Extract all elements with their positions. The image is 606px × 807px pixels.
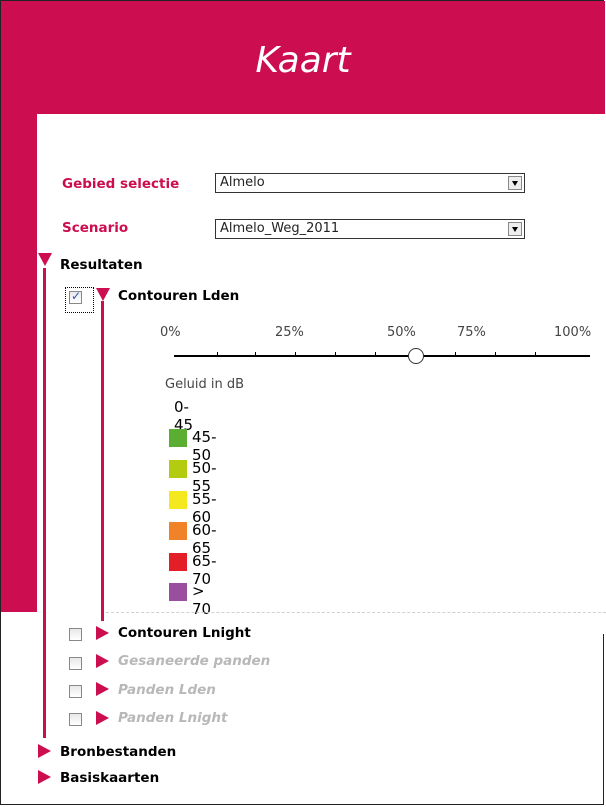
slider-tick-0: 0% <box>160 325 181 340</box>
expand-basiskaarten-icon[interactable] <box>38 770 51 784</box>
slider-minor-tick <box>335 352 336 356</box>
scenario-select[interactable]: Almelo_Weg_2011 <box>215 219 525 239</box>
slider-minor-tick <box>375 352 376 356</box>
slider-tick-25: 25% <box>275 325 304 340</box>
legend-swatch <box>169 429 187 447</box>
tree-node-contouren-lnight[interactable]: Contouren Lnight <box>118 625 251 641</box>
tree-node-gesaneerde-panden[interactable]: Gesaneerde panden <box>118 653 270 669</box>
slider-minor-tick <box>535 352 536 356</box>
tree-node-contouren-lden[interactable]: Contouren Lden <box>118 288 239 304</box>
checkbox-panden-lnight[interactable] <box>69 713 82 726</box>
scenario-select-value: Almelo_Weg_2011 <box>220 221 340 236</box>
checkbox-gesaneerde-panden[interactable] <box>69 657 82 670</box>
legend-title: Geluid in dB <box>165 377 245 392</box>
expand-resultaten-icon[interactable] <box>38 253 52 266</box>
chevron-down-icon[interactable] <box>508 176 522 190</box>
tree-line-resultaten <box>43 268 46 738</box>
legend-swatch <box>169 583 187 601</box>
section-divider <box>106 612 606 613</box>
transparency-slider-track[interactable] <box>174 355 590 357</box>
slider-minor-tick <box>217 352 218 356</box>
legend-swatch <box>169 553 187 571</box>
tree-node-panden-lden[interactable]: Panden Lden <box>118 682 216 698</box>
slider-tick-75: 75% <box>457 325 486 340</box>
checkbox-contouren-lden[interactable] <box>69 289 82 304</box>
slider-tick-100: 100% <box>554 325 592 340</box>
gebied-selectie-label: Gebied selectie <box>62 176 180 192</box>
tree-node-panden-lnight[interactable]: Panden Lnight <box>118 710 227 726</box>
transparency-slider-handle[interactable] <box>408 348 424 364</box>
slider-minor-tick <box>255 352 256 356</box>
tree-node-bronbestanden[interactable]: Bronbestanden <box>60 744 176 760</box>
expand-panden-lnight-icon[interactable] <box>96 711 109 725</box>
chevron-down-icon[interactable] <box>508 222 522 236</box>
legend-swatch <box>169 460 187 478</box>
tree-node-resultaten[interactable]: Resultaten <box>60 257 143 273</box>
slider-minor-tick <box>295 352 296 356</box>
checkbox-panden-lden[interactable] <box>69 685 82 698</box>
checkbox-contouren-lnight[interactable] <box>69 628 82 641</box>
slider-tick-50: 50% <box>387 325 416 340</box>
expand-bronbestanden-icon[interactable] <box>38 744 51 758</box>
tree-node-basiskaarten[interactable]: Basiskaarten <box>60 770 159 786</box>
slider-minor-tick <box>495 352 496 356</box>
scenario-label: Scenario <box>62 220 129 236</box>
legend-swatch <box>169 522 187 540</box>
expand-gesaneerde-panden-icon[interactable] <box>96 654 109 668</box>
gebied-select[interactable]: Almelo <box>215 173 525 193</box>
page-title: Kaart <box>255 40 351 81</box>
gebied-select-value: Almelo <box>220 175 265 190</box>
slider-minor-tick <box>455 352 456 356</box>
sidebar-band <box>1 100 37 612</box>
expand-contouren-lnight-icon[interactable] <box>96 626 109 640</box>
legend-swatch <box>169 491 187 509</box>
tree-line-contouren-lden <box>101 301 104 621</box>
expand-panden-lden-icon[interactable] <box>96 682 109 696</box>
expand-contouren-lden-icon[interactable] <box>96 288 110 301</box>
